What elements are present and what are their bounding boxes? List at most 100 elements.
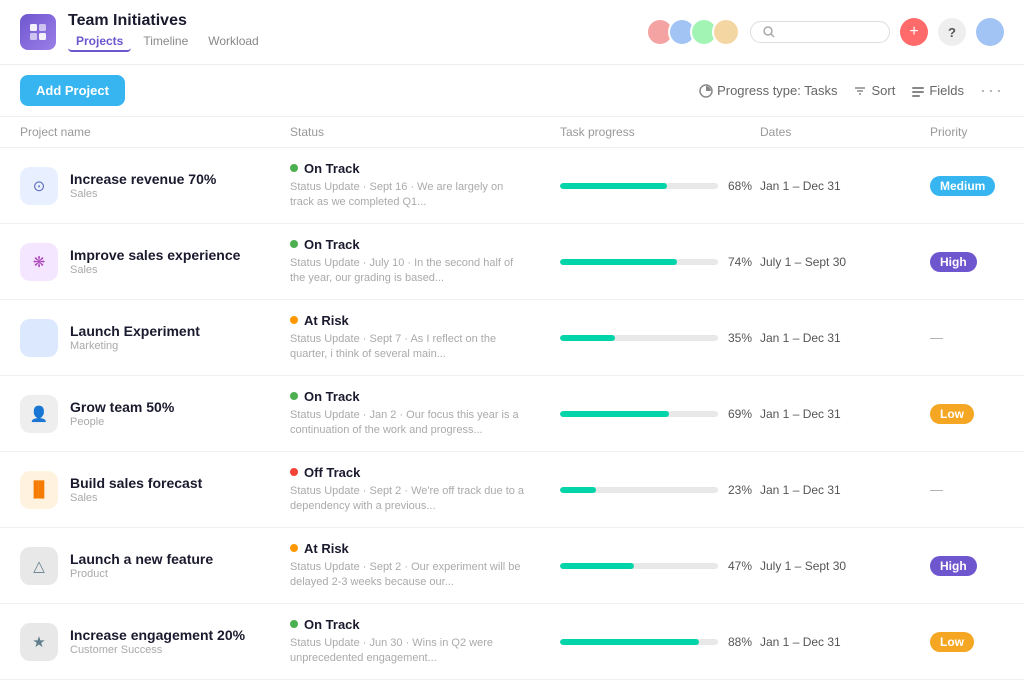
toolbar: Add Project Progress type: Tasks Sort Fi bbox=[0, 65, 1024, 117]
status-cell: On Track Status Update · Jun 30 · Wins i… bbox=[290, 605, 560, 679]
priority-cell: — bbox=[930, 482, 1024, 497]
project-name-cell: ▐▌ Build sales forecast Sales bbox=[20, 459, 290, 521]
dates-cell: July 1 – Sept 30 bbox=[760, 255, 930, 269]
priority-none: — bbox=[930, 482, 943, 497]
search-box[interactable] bbox=[750, 21, 890, 43]
project-title: Increase revenue 70% bbox=[70, 171, 216, 187]
project-title: Launch Experiment bbox=[70, 323, 200, 339]
priority-badge: High bbox=[930, 556, 977, 576]
progress-cell: 47% bbox=[560, 559, 760, 573]
project-name-cell: ❋ Improve sales experience Sales bbox=[20, 231, 290, 293]
project-name-cell: ★ Increase engagement 20% Customer Succe… bbox=[20, 611, 290, 673]
status-dot bbox=[290, 620, 298, 628]
col-priority: Priority bbox=[930, 125, 1024, 139]
status-badge: On Track bbox=[290, 161, 560, 176]
status-update: Status Update · Jan 2 · Our focus this y… bbox=[290, 408, 530, 439]
status-dot bbox=[290, 240, 298, 248]
project-icon: 👤 bbox=[20, 395, 58, 433]
progress-type-label: Progress type: Tasks bbox=[717, 83, 837, 98]
status-label: At Risk bbox=[304, 541, 349, 556]
nav-tabs: Projects Timeline Workload bbox=[68, 32, 267, 52]
project-icon: ⊙ bbox=[20, 167, 58, 205]
progress-bar bbox=[560, 639, 718, 645]
status-badge: At Risk bbox=[290, 313, 560, 328]
help-button[interactable]: ? bbox=[938, 18, 966, 46]
project-icon bbox=[20, 319, 58, 357]
fields-control[interactable]: Fields bbox=[911, 83, 964, 98]
progress-cell: 88% bbox=[560, 635, 760, 649]
progress-cell: 35% bbox=[560, 331, 760, 345]
status-label: Off Track bbox=[304, 465, 360, 480]
fields-label: Fields bbox=[929, 83, 964, 98]
status-badge: At Risk bbox=[290, 541, 560, 556]
project-subtitle: People bbox=[70, 416, 174, 428]
status-badge: On Track bbox=[290, 617, 560, 632]
status-badge: Off Track bbox=[290, 465, 560, 480]
progress-percent: 47% bbox=[728, 559, 760, 573]
add-button[interactable]: + bbox=[900, 18, 928, 46]
progress-bar bbox=[560, 335, 718, 341]
more-options[interactable]: ··· bbox=[980, 80, 1004, 101]
table-row[interactable]: △ Launch a new feature Product At Risk S… bbox=[0, 528, 1024, 604]
table-body: ⊙ Increase revenue 70% Sales On Track St… bbox=[0, 148, 1024, 680]
progress-percent: 69% bbox=[728, 407, 760, 421]
tab-workload[interactable]: Workload bbox=[200, 32, 266, 52]
project-info: Increase revenue 70% Sales bbox=[70, 171, 216, 200]
header-right: + ? bbox=[646, 18, 1004, 46]
tab-timeline[interactable]: Timeline bbox=[135, 32, 196, 52]
table-row[interactable]: ❋ Improve sales experience Sales On Trac… bbox=[0, 224, 1024, 300]
progress-percent: 68% bbox=[728, 179, 760, 193]
user-avatar[interactable] bbox=[976, 18, 1004, 46]
dates-cell: Jan 1 – Dec 31 bbox=[760, 331, 930, 345]
status-cell: Off Track Status Update · Sept 2 · We're… bbox=[290, 453, 560, 527]
sort-control[interactable]: Sort bbox=[853, 83, 895, 98]
tab-projects[interactable]: Projects bbox=[68, 32, 131, 52]
project-name-cell: △ Launch a new feature Product bbox=[20, 535, 290, 597]
project-info: Launch Experiment Marketing bbox=[70, 323, 200, 352]
project-title: Build sales forecast bbox=[70, 475, 202, 491]
project-title: Increase engagement 20% bbox=[70, 627, 245, 643]
add-project-button[interactable]: Add Project bbox=[20, 75, 125, 106]
priority-cell: High bbox=[930, 252, 1024, 272]
app-logo bbox=[20, 14, 56, 50]
table-row[interactable]: Launch Experiment Marketing At Risk Stat… bbox=[0, 300, 1024, 376]
status-cell: On Track Status Update · July 10 · In th… bbox=[290, 225, 560, 299]
header-left: Team Initiatives Projects Timeline Workl… bbox=[20, 12, 267, 52]
dates-cell: Jan 1 – Dec 31 bbox=[760, 635, 930, 649]
project-subtitle: Sales bbox=[70, 492, 202, 504]
project-icon: ★ bbox=[20, 623, 58, 661]
progress-cell: 23% bbox=[560, 483, 760, 497]
status-update: Status Update · July 10 · In the second … bbox=[290, 256, 530, 287]
progress-fill bbox=[560, 183, 667, 189]
status-update: Status Update · Sept 16 · We are largely… bbox=[290, 180, 530, 211]
table-row[interactable]: ⊙ Increase revenue 70% Sales On Track St… bbox=[0, 148, 1024, 224]
progress-fill bbox=[560, 335, 615, 341]
progress-cell: 69% bbox=[560, 407, 760, 421]
progress-type-control[interactable]: Progress type: Tasks bbox=[699, 83, 837, 98]
status-badge: On Track bbox=[290, 237, 560, 252]
progress-bar bbox=[560, 487, 718, 493]
project-subtitle: Sales bbox=[70, 188, 216, 200]
status-label: On Track bbox=[304, 389, 360, 404]
progress-type-icon bbox=[699, 84, 713, 98]
app-title-group: Team Initiatives Projects Timeline Workl… bbox=[68, 12, 267, 52]
project-subtitle: Customer Success bbox=[70, 644, 245, 656]
fields-icon bbox=[911, 84, 925, 98]
project-info: Grow team 50% People bbox=[70, 399, 174, 428]
status-update: Status Update · Sept 2 · We're off track… bbox=[290, 484, 530, 515]
status-cell: On Track Status Update · Sept 16 · We ar… bbox=[290, 149, 560, 223]
progress-fill bbox=[560, 259, 677, 265]
status-cell: At Risk Status Update · Sept 7 · As I re… bbox=[290, 301, 560, 375]
table-row[interactable]: ★ Increase engagement 20% Customer Succe… bbox=[0, 604, 1024, 680]
table-row[interactable]: ▐▌ Build sales forecast Sales Off Track … bbox=[0, 452, 1024, 528]
project-info: Build sales forecast Sales bbox=[70, 475, 202, 504]
progress-percent: 35% bbox=[728, 331, 760, 345]
project-subtitle: Sales bbox=[70, 264, 240, 276]
project-title: Improve sales experience bbox=[70, 247, 240, 263]
project-info: Increase engagement 20% Customer Success bbox=[70, 627, 245, 656]
status-label: On Track bbox=[304, 237, 360, 252]
project-title: Launch a new feature bbox=[70, 551, 213, 567]
table-row[interactable]: 👤 Grow team 50% People On Track Status U… bbox=[0, 376, 1024, 452]
priority-none: — bbox=[930, 330, 943, 345]
project-name-cell: 👤 Grow team 50% People bbox=[20, 383, 290, 445]
